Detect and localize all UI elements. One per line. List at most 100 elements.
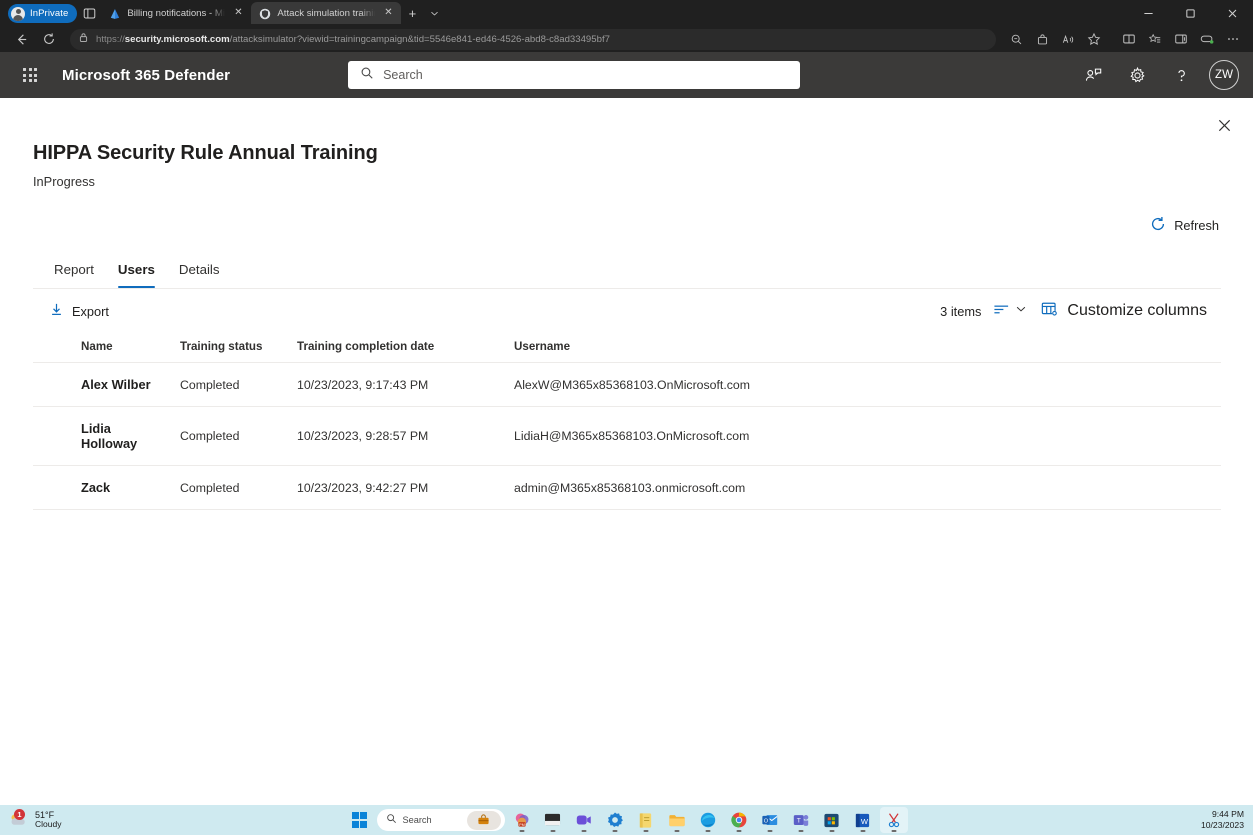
- taskbar-app-edge[interactable]: [694, 807, 722, 833]
- column-header-username[interactable]: Username: [506, 333, 1221, 363]
- suite-header: Microsoft 365 Defender Search ZW: [0, 52, 1253, 98]
- table-columns-icon: [1041, 301, 1058, 322]
- copilot-icon[interactable]: [1195, 28, 1219, 50]
- column-header-name[interactable]: Name: [33, 333, 172, 363]
- detail-tabs: Report Users Details: [42, 256, 1221, 288]
- taskbar-app-teams-video[interactable]: [570, 807, 598, 833]
- close-icon[interactable]: ✕: [381, 6, 395, 20]
- svg-text:PM: PM: [519, 823, 524, 827]
- cell-name: Lidia Holloway: [33, 406, 172, 466]
- url-input[interactable]: https://security.microsoft.com/attacksim…: [70, 28, 996, 50]
- inprivate-indicator[interactable]: InPrivate: [8, 4, 78, 23]
- inprivate-label: InPrivate: [30, 8, 69, 19]
- close-icon[interactable]: ✕: [231, 6, 245, 20]
- taskbar-center: Search PM O T W: [346, 805, 908, 835]
- zoom-icon[interactable]: [1004, 28, 1028, 50]
- briefcase-icon[interactable]: [466, 810, 501, 830]
- gear-icon[interactable]: [1117, 55, 1157, 95]
- column-header-training-status[interactable]: Training status: [172, 333, 289, 363]
- taskbar-app-file-explorer[interactable]: [663, 807, 691, 833]
- windows-taskbar: 1 51°F Cloudy Search PM O T W 9:44 PM 10…: [0, 805, 1253, 835]
- m365-defender-app: Microsoft 365 Defender Search ZW HIPPA S…: [0, 52, 1253, 805]
- waffle-icon[interactable]: [10, 55, 50, 95]
- table-row[interactable]: Alex Wilber Completed 10/23/2023, 9:17:4…: [33, 362, 1221, 407]
- inprivate-avatar-icon: [11, 6, 25, 21]
- read-aloud-icon[interactable]: [1056, 28, 1080, 50]
- cloudy-weather-icon: 1: [8, 809, 29, 828]
- taskbar-app-store[interactable]: [818, 807, 846, 833]
- url-domain: security.microsoft.com: [124, 33, 230, 45]
- suite-title: Microsoft 365 Defender: [62, 66, 231, 84]
- favorites-list-icon[interactable]: [1143, 28, 1167, 50]
- items-count: 3 items: [940, 303, 982, 319]
- table-row[interactable]: Zack Completed 10/23/2023, 9:42:27 PM ad…: [33, 465, 1221, 510]
- clock-date: 10/23/2023: [1200, 820, 1244, 830]
- taskbar-app-terminal[interactable]: [539, 807, 567, 833]
- taskbar-clock[interactable]: 9:44 PM 10/23/2023: [1201, 805, 1244, 835]
- lock-icon: [78, 30, 89, 48]
- refresh-label: Refresh: [1174, 218, 1219, 233]
- taskbar-app-powerpoint[interactable]: PM: [508, 807, 536, 833]
- reload-icon[interactable]: [36, 28, 62, 50]
- browser-tab-1[interactable]: Attack simulation training - Micr ✕: [251, 2, 402, 24]
- cell-training-status: Completed: [172, 465, 289, 510]
- split-screen-icon[interactable]: [1117, 28, 1141, 50]
- favorite-star-icon[interactable]: [1082, 28, 1106, 50]
- taskbar-search-placeholder: Search: [402, 815, 432, 825]
- weather-widget[interactable]: 1 51°F Cloudy: [0, 809, 61, 830]
- sort-filter-button[interactable]: [991, 298, 1029, 325]
- browser-addressbar: https://security.microsoft.com/attacksim…: [0, 26, 1253, 52]
- browser-essentials-icon[interactable]: [1169, 28, 1193, 50]
- help-icon[interactable]: [1161, 55, 1201, 95]
- azure-ad-icon: [109, 7, 121, 19]
- weather-text: 51°F Cloudy: [35, 810, 61, 830]
- start-button[interactable]: [346, 807, 374, 833]
- taskbar-app-word[interactable]: W: [849, 807, 877, 833]
- taskbar-app-teams-new[interactable]: T: [787, 807, 815, 833]
- taskbar-app-notepad[interactable]: [632, 807, 660, 833]
- new-tab-button[interactable]: +: [401, 2, 423, 24]
- column-header-completion-date[interactable]: Training completion date: [289, 333, 506, 363]
- settings-more-icon[interactable]: [1221, 28, 1245, 50]
- refresh-button[interactable]: Refresh: [1148, 212, 1221, 239]
- avatar[interactable]: ZW: [1209, 60, 1239, 90]
- back-icon[interactable]: [8, 28, 34, 50]
- cell-username: LidiaH@M365x85368103.OnMicrosoft.com: [506, 406, 1221, 466]
- search-icon: [360, 66, 374, 85]
- customize-columns-label: Customize columns: [1067, 302, 1207, 319]
- users-table: Name Training status Training completion…: [33, 333, 1221, 510]
- customize-columns-button[interactable]: Customize columns: [1039, 297, 1209, 326]
- minimize-icon[interactable]: [1127, 0, 1169, 26]
- url-text: https://security.microsoft.com/attacksim…: [96, 34, 610, 45]
- panel-close-icon[interactable]: [1209, 110, 1239, 140]
- taskbar-app-settings[interactable]: [601, 807, 629, 833]
- feedback-person-icon[interactable]: [1073, 55, 1113, 95]
- table-row[interactable]: Lidia Holloway Completed 10/23/2023, 9:2…: [33, 406, 1221, 466]
- campaign-status: InProgress: [33, 174, 95, 189]
- table-header: Name Training status Training completion…: [33, 333, 1221, 363]
- suite-actions: ZW: [1073, 55, 1243, 95]
- chevron-down-icon[interactable]: [423, 2, 445, 24]
- taskbar-app-chrome[interactable]: [725, 807, 753, 833]
- taskbar-app-snipping-tool[interactable]: [879, 807, 908, 833]
- taskbar-search-input[interactable]: Search: [376, 809, 505, 831]
- tab-actions-icon[interactable]: [77, 2, 101, 24]
- tab-details[interactable]: Details: [167, 256, 232, 288]
- browser-tab-0[interactable]: Billing notifications - Microsoft 3 ✕: [101, 2, 251, 24]
- tab-report[interactable]: Report: [42, 256, 106, 288]
- window-close-icon[interactable]: [1211, 0, 1253, 26]
- tab-users[interactable]: Users: [106, 256, 167, 288]
- campaign-detail-panel: HIPPA Security Rule Annual Training InPr…: [0, 98, 1253, 805]
- taskbar-app-outlook-new[interactable]: O: [756, 807, 784, 833]
- browser-tab-title: Attack simulation training - Micr: [277, 7, 375, 19]
- collections-bag-icon[interactable]: [1030, 28, 1054, 50]
- page-title: HIPPA Security Rule Annual Training: [33, 142, 378, 164]
- maximize-icon[interactable]: [1169, 0, 1211, 26]
- cell-name: Alex Wilber: [33, 362, 172, 407]
- command-bar-right: 3 items Customize columns: [940, 297, 1209, 326]
- export-button[interactable]: Export: [41, 296, 117, 326]
- table-header-row: Name Training status Training completion…: [33, 333, 1221, 363]
- cell-completion-date: 10/23/2023, 9:42:27 PM: [289, 465, 506, 510]
- svg-text:T: T: [796, 817, 800, 824]
- search-input[interactable]: Search: [348, 61, 801, 89]
